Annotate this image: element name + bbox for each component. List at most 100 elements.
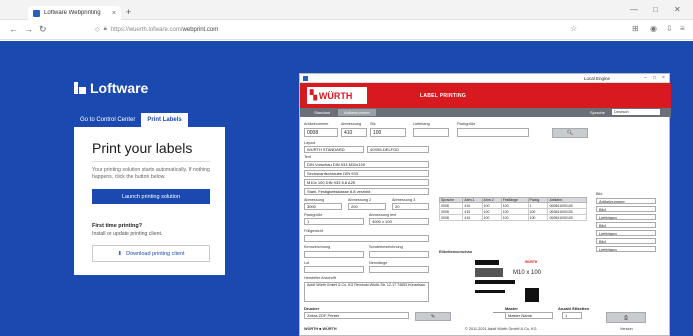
app-close-icon[interactable]: ×: [662, 75, 665, 81]
footer-copyright: © 2011-2021 Adolf Würth GmbH & Co. KG: [465, 327, 537, 331]
back-icon[interactable]: ←: [9, 24, 18, 34]
table-cell: 0008: [438, 214, 464, 221]
tab-print-labels[interactable]: Print Labels: [141, 113, 188, 127]
lieferlang-label: Lieferlang: [413, 122, 430, 126]
drucker-select[interactable]: Zebra ZDF Printer: [304, 312, 409, 319]
address-bar[interactable]: ◇ 🔒︎ https://wuerth.lofware.com/webprint…: [95, 23, 615, 36]
adresse-textarea[interactable]: Adolf Würth GmbH & Co. KG Reinhold-Würth…: [304, 282, 429, 302]
right-list-item[interactable]: Bild: [596, 206, 656, 212]
footer-brand: WÜRTH ■ WÜRTH: [304, 327, 337, 331]
preview-label: Etikettenvorschau: [439, 250, 472, 254]
right-list-item[interactable]: Bild: [596, 238, 656, 244]
tab-control-center[interactable]: Go to Control Center: [74, 113, 141, 127]
abmessung3-input[interactable]: 20: [392, 203, 429, 210]
download-client-button[interactable]: ⬇︎ Download printing client: [92, 245, 210, 262]
app-icon: [303, 76, 308, 81]
right-list-item[interactable]: Lieferlang: [596, 246, 656, 252]
artikelnummer-input[interactable]: 0008: [304, 128, 338, 137]
language-label: Sprache: [590, 110, 605, 115]
wuerth-name: WÜRTH: [318, 90, 353, 101]
master-label: Master: [505, 306, 518, 311]
fuellgewicht-input[interactable]: [304, 235, 429, 242]
printer-icon: ⎙: [623, 314, 628, 321]
articles-table: Sprache Abm.1 Abm.2 Festlänge Packg. Art…: [438, 197, 587, 221]
lieferlang-input[interactable]: [413, 128, 449, 137]
preview-brand: WÜRTH: [525, 260, 538, 264]
download-label: Download printing client: [126, 250, 185, 257]
right-list-item[interactable]: Lieferlang: [596, 230, 656, 236]
packgroesse2-input[interactable]: 1: [304, 218, 364, 225]
lot-label: Lot: [304, 261, 310, 265]
right-list-item[interactable]: Bild: [596, 222, 656, 228]
star-icon[interactable]: ☆: [570, 24, 577, 33]
abmessung1-input[interactable]: 3000: [304, 203, 342, 210]
abmessung-input[interactable]: 410: [341, 128, 367, 137]
packgroesse-input[interactable]: [457, 128, 529, 137]
minimize-icon[interactable]: —: [630, 5, 638, 14]
table-cell: 100: [500, 214, 529, 221]
stk-input[interactable]: 100: [370, 128, 406, 137]
kennzeichnung-label: Kennzeichnung: [304, 245, 331, 249]
subtab-artikelnummer[interactable]: Artikelnummer: [338, 109, 376, 116]
app-maximize-icon[interactable]: □: [653, 75, 656, 81]
download-icon[interactable]: ⇩: [666, 24, 673, 33]
footer-version: Version: [620, 327, 633, 331]
browser-titlebar: Loftware Webprinting × + — □ ✕: [0, 0, 693, 20]
search-button[interactable]: 🔍︎: [552, 128, 588, 138]
close-tab-icon[interactable]: ×: [112, 10, 116, 17]
text-line-3[interactable]: M10x 100 DIN 933 8.8 A2K: [304, 179, 429, 186]
loftware-logo: Loftware: [74, 80, 148, 96]
size-input[interactable]: 40X55-DELFGD: [367, 146, 429, 153]
print-card: Print your labels Your printing solution…: [74, 127, 225, 275]
abmessung-text-label: Abmessung text: [369, 213, 397, 217]
menu-icon[interactable]: ≡: [680, 24, 685, 33]
label-printing-app-window: Local Engine – □ × ▚ WÜRTH LABEL PRINTIN…: [299, 73, 671, 336]
close-window-icon[interactable]: ✕: [674, 5, 681, 14]
text-line-2[interactable]: Sechskantschraube DIN 933: [304, 170, 429, 177]
new-tab-icon[interactable]: +: [126, 7, 131, 17]
page-background: Loftware Go to Control Center Print Labe…: [0, 41, 693, 336]
anzahl-label: Anzahl Etiketten: [558, 306, 590, 311]
anzahl-input[interactable]: 1: [562, 312, 582, 319]
table-row[interactable]: 0008 410 100 100 100 000841000100: [438, 214, 587, 221]
product-image: [475, 268, 503, 277]
table-cell: 410: [462, 214, 483, 221]
app-user: Local Engine: [584, 76, 611, 81]
extensions-icon[interactable]: ⊞: [632, 24, 639, 33]
master-select[interactable]: Master Name: [505, 312, 553, 319]
packgroesse2-label: Packgröße: [304, 213, 323, 217]
abmessung-text-input[interactable]: 4000 x 100: [369, 218, 429, 225]
reload-icon[interactable]: ↻: [39, 24, 47, 35]
text-label: Text: [304, 155, 311, 159]
account-icon[interactable]: ◉: [650, 24, 657, 33]
right-list-item[interactable]: Artikelnummer: [596, 198, 656, 204]
preview-size-text: M10 x 100: [513, 270, 542, 276]
lock-icon: 🔒︎: [103, 26, 107, 32]
abmessung2-input[interactable]: 200: [348, 203, 386, 210]
browser-tab[interactable]: Loftware Webprinting ×: [28, 6, 121, 20]
right-list-item[interactable]: Lieferlang: [596, 214, 656, 220]
text-line-4[interactable]: Stahl, Festigkeitsklasse 8.8 verzinkt: [304, 188, 429, 195]
text-line-1[interactable]: DIN Vorschau DIN 933 M10x100: [304, 161, 429, 168]
launch-printing-button[interactable]: Launch printing solution: [92, 189, 210, 204]
sonderbezeichnung-input[interactable]: [369, 251, 429, 258]
language-select[interactable]: Deutsch: [612, 109, 660, 115]
forward-icon[interactable]: →: [24, 24, 33, 34]
nennlaenge-input[interactable]: [369, 266, 429, 273]
layout-select[interactable]: WURTH STANDARD: [304, 146, 364, 153]
printer-settings-button[interactable]: ✎: [415, 312, 451, 321]
lot-input[interactable]: [304, 266, 364, 273]
wrench-icon: ✎: [430, 313, 436, 320]
layout-label: Layout: [304, 141, 316, 145]
app-titlebar: Local Engine – □ ×: [300, 74, 669, 83]
search-icon: 🔍︎: [566, 130, 574, 136]
subtab-standard[interactable]: Standard: [314, 110, 330, 115]
print-button[interactable]: ⎙: [606, 312, 646, 323]
maximize-icon[interactable]: □: [653, 5, 658, 14]
url-prefix: https://wuerth.lofware.com/: [110, 26, 183, 33]
app-minimize-icon[interactable]: –: [644, 75, 647, 81]
abmessung-label: Abmessung: [341, 122, 362, 126]
kennzeichnung-input[interactable]: [304, 251, 364, 258]
first-time-heading: First time printing?: [92, 223, 143, 229]
card-description: Your printing solution starts automatica…: [92, 167, 210, 180]
